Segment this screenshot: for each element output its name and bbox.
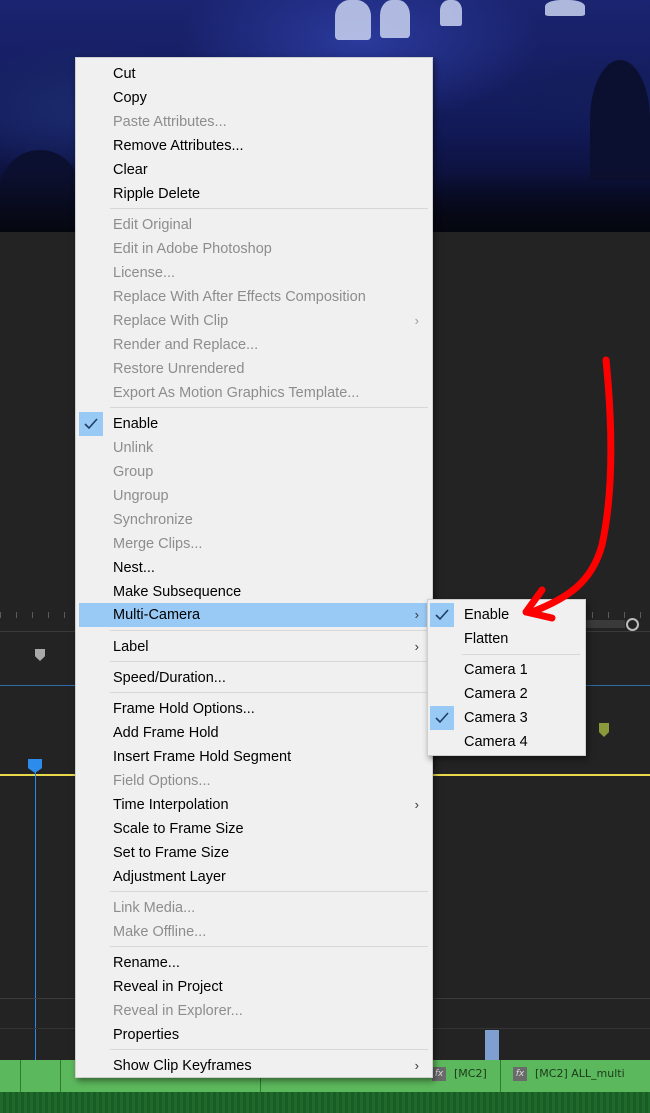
menu-item-ungroup[interactable]: Ungroup (79, 484, 429, 508)
menu-item-make-offline[interactable]: Make Offline... (79, 920, 429, 944)
chevron-right-icon: › (414, 607, 419, 622)
fx-badge-icon: fx (432, 1067, 446, 1081)
stage-performer (380, 0, 410, 38)
menu-item-restore-unrendered[interactable]: Restore Unrendered (79, 357, 429, 381)
submenu-item-camera-1[interactable]: Camera 1 (430, 658, 583, 682)
menu-separator (110, 692, 428, 693)
menu-item-link-media[interactable]: Link Media... (79, 896, 429, 920)
menu-item-reveal-in-explorer[interactable]: Reveal in Explorer... (79, 999, 429, 1023)
submenu-item-flatten[interactable]: Flatten (430, 627, 583, 651)
menu-item-cut[interactable]: Cut (79, 62, 429, 86)
menu-item-replace-with-clip[interactable]: Replace With Clip › (79, 309, 429, 333)
chevron-right-icon: › (414, 313, 419, 328)
menu-separator (110, 661, 428, 662)
menu-item-field-options[interactable]: Field Options... (79, 769, 429, 793)
menu-item-clear[interactable]: Clear (79, 158, 429, 182)
menu-item-remove-attributes[interactable]: Remove Attributes... (79, 134, 429, 158)
menu-item-license[interactable]: License... (79, 261, 429, 285)
menu-item-replace-with-ae-comp[interactable]: Replace With After Effects Composition (79, 285, 429, 309)
menu-item-render-and-replace[interactable]: Render and Replace... (79, 333, 429, 357)
menu-item-edit-in-photoshop[interactable]: Edit in Adobe Photoshop (79, 237, 429, 261)
menu-item-adjustment-layer[interactable]: Adjustment Layer (79, 865, 429, 889)
audio-track-waveform[interactable] (0, 1092, 650, 1113)
submenu-item-camera-3[interactable]: Camera 3 (430, 706, 583, 730)
menu-item-make-subsequence[interactable]: Make Subsequence (79, 580, 429, 604)
fx-badge-icon: fx (513, 1067, 527, 1081)
menu-item-speed-duration[interactable]: Speed/Duration... (79, 666, 429, 690)
multi-camera-submenu: Enable Flatten Camera 1 Camera 2 Camera … (427, 599, 586, 756)
menu-item-show-clip-keyframes[interactable]: Show Clip Keyframes › (79, 1054, 429, 1078)
menu-item-frame-hold-options[interactable]: Frame Hold Options... (79, 697, 429, 721)
menu-item-merge-clips[interactable]: Merge Clips... (79, 532, 429, 556)
submenu-item-enable[interactable]: Enable (430, 603, 583, 627)
menu-item-scale-to-frame-size[interactable]: Scale to Frame Size (79, 817, 429, 841)
stage-performer (440, 0, 462, 26)
menu-item-paste-attributes[interactable]: Paste Attributes... (79, 110, 429, 134)
menu-item-nest[interactable]: Nest... (79, 556, 429, 580)
menu-separator (110, 630, 428, 631)
menu-item-add-frame-hold[interactable]: Add Frame Hold (79, 721, 429, 745)
menu-item-ripple-delete[interactable]: Ripple Delete (79, 182, 429, 206)
menu-separator (110, 1049, 428, 1050)
menu-item-unlink[interactable]: Unlink (79, 436, 429, 460)
menu-item-time-interpolation[interactable]: Time Interpolation › (79, 793, 429, 817)
submenu-item-camera-4[interactable]: Camera 4 (430, 730, 583, 754)
menu-item-insert-frame-hold-segment[interactable]: Insert Frame Hold Segment (79, 745, 429, 769)
clip-segment[interactable] (20, 1060, 60, 1092)
stage-prop (590, 60, 650, 180)
checkmark-icon (430, 603, 454, 627)
checkmark-icon (430, 706, 454, 730)
menu-separator (110, 891, 428, 892)
menu-item-multi-camera[interactable]: Multi-Camera › (79, 603, 429, 627)
menu-item-enable[interactable]: Enable (79, 412, 429, 436)
menu-item-label[interactable]: Label › (79, 635, 429, 659)
menu-separator (110, 407, 428, 408)
chevron-right-icon: › (414, 1058, 419, 1073)
menu-item-export-mogrt[interactable]: Export As Motion Graphics Template... (79, 381, 429, 405)
menu-separator (110, 208, 428, 209)
clip-label: fx [MC2] (432, 1067, 487, 1081)
submenu-item-camera-2[interactable]: Camera 2 (430, 682, 583, 706)
menu-item-synchronize[interactable]: Synchronize (79, 508, 429, 532)
chevron-right-icon: › (414, 639, 419, 654)
menu-separator (462, 654, 580, 655)
zoom-handle[interactable] (626, 618, 639, 631)
menu-item-reveal-in-project[interactable]: Reveal in Project (79, 975, 429, 999)
clip-context-menu: Cut Copy Paste Attributes... Remove Attr… (75, 57, 433, 1078)
zoom-scrollbar[interactable] (585, 620, 625, 628)
menu-item-properties[interactable]: Properties (79, 1023, 429, 1047)
stage-performer (335, 0, 371, 40)
checkmark-icon (79, 412, 103, 436)
clip-label: fx [MC2] ALL_multi (513, 1067, 625, 1081)
menu-item-copy[interactable]: Copy (79, 86, 429, 110)
menu-separator (110, 946, 428, 947)
video-clip[interactable] (485, 1030, 499, 1060)
stage-performer (545, 0, 585, 16)
menu-item-group[interactable]: Group (79, 460, 429, 484)
menu-item-edit-original[interactable]: Edit Original (79, 213, 429, 237)
chevron-right-icon: › (414, 797, 419, 812)
menu-item-rename[interactable]: Rename... (79, 951, 429, 975)
menu-item-set-to-frame-size[interactable]: Set to Frame Size (79, 841, 429, 865)
